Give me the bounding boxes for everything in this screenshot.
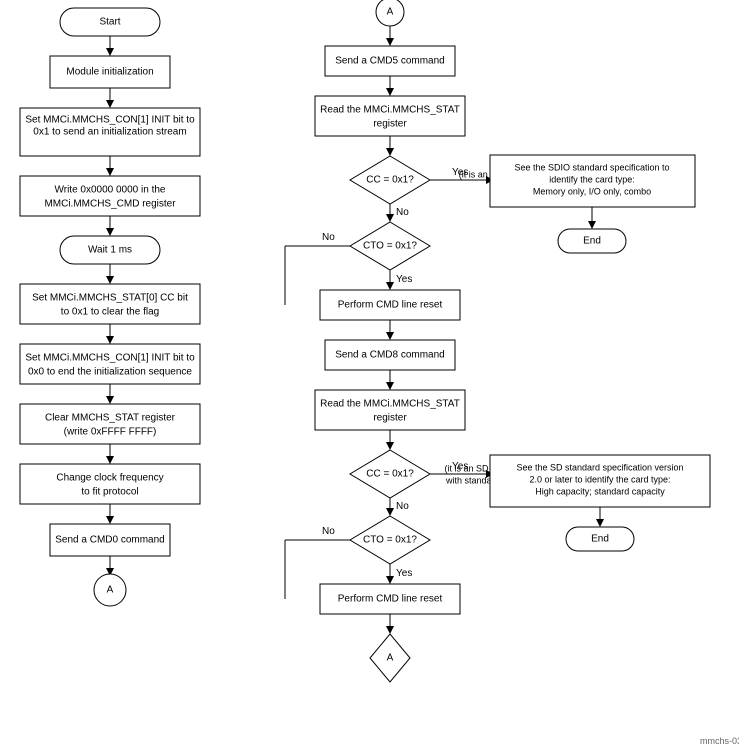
svg-text:0x0 to end the initialization: 0x0 to end the initialization sequence — [28, 367, 192, 378]
yes1b-label: Yes — [396, 274, 412, 285]
svg-text:High capacity; standard capaci: High capacity; standard capacity — [535, 486, 665, 496]
change-clock-label: Change clock frequency — [56, 473, 163, 484]
node-a-left-label: A — [107, 585, 114, 596]
node-a-right-top-label: A — [387, 7, 394, 18]
svg-text:2.0 or later to identify the c: 2.0 or later to identify the card type: — [529, 474, 670, 484]
set-cc-label: Set MMCi.MMCHS_STAT[0] CC bit — [32, 293, 188, 304]
end2-label: End — [591, 534, 609, 545]
cto-q2-label: CTO = 0x1? — [363, 535, 417, 546]
svg-text:MMCi.MMCHS_CMD register: MMCi.MMCHS_CMD register — [44, 199, 176, 210]
cc-q2-label: CC = 0x1? — [366, 469, 414, 480]
no1-label: No — [396, 207, 409, 218]
read-stat2-label: Read the MMCi.MMCHS_STAT — [320, 399, 460, 410]
send-cmd8-label: Send a CMD8 command — [335, 350, 445, 361]
module-init-label: Module initialization — [66, 67, 153, 78]
svg-text:register: register — [373, 413, 407, 424]
set-init-0-label: Set MMCi.MMCHS_CON[1] INIT bit to — [25, 353, 195, 364]
send-cmd5-label: Send a CMD5 command — [335, 56, 445, 67]
read-stat1-label: Read the MMCi.MMCHS_STAT — [320, 105, 460, 116]
svg-text:Memory only, I/O only, combo: Memory only, I/O only, combo — [533, 186, 651, 196]
svg-text:to fit protocol: to fit protocol — [81, 487, 138, 498]
perform-reset2-label: Perform CMD line reset — [338, 594, 443, 605]
flowchart-diagram: Start Module initialization Set MMCi.MMC… — [0, 0, 739, 751]
set-init-bit-label: Set MMCi.MMCHS_CON[1] INIT bit to — [25, 115, 195, 126]
svg-text:register: register — [373, 119, 407, 130]
write-cmd-label: Write 0x0000 0000 in the — [54, 185, 165, 196]
start-label: Start — [99, 17, 120, 28]
no1b-label: No — [322, 232, 335, 243]
cc-q1-label: CC = 0x1? — [366, 175, 414, 186]
sdio-spec-label: See the SDIO standard specification to — [514, 162, 669, 172]
svg-text:to 0x1 to clear the flag: to 0x1 to clear the flag — [61, 307, 159, 318]
node-a-bottom-label: A — [387, 653, 394, 664]
cto-q1-label: CTO = 0x1? — [363, 241, 417, 252]
watermark-label: mmchs-030 — [700, 736, 739, 746]
end1-label: End — [583, 236, 601, 247]
svg-text:(write 0xFFFF FFFF): (write 0xFFFF FFFF) — [64, 427, 157, 438]
perform-reset1-label: Perform CMD line reset — [338, 300, 443, 311]
sd-spec-label: See the SD standard specification versio… — [516, 462, 683, 472]
send-cmd0-label: Send a CMD0 command — [55, 535, 165, 546]
clear-stat-label: Clear MMCHS_STAT register — [45, 413, 176, 424]
wait-label: Wait 1 ms — [88, 245, 132, 256]
svg-text:identify the card type:: identify the card type: — [549, 174, 635, 184]
no2-label: No — [396, 501, 409, 512]
svg-text:0x1 to send an initialization: 0x1 to send an initialization stream — [33, 127, 186, 138]
yes2b-label: Yes — [396, 568, 412, 579]
no2b-label: No — [322, 526, 335, 537]
